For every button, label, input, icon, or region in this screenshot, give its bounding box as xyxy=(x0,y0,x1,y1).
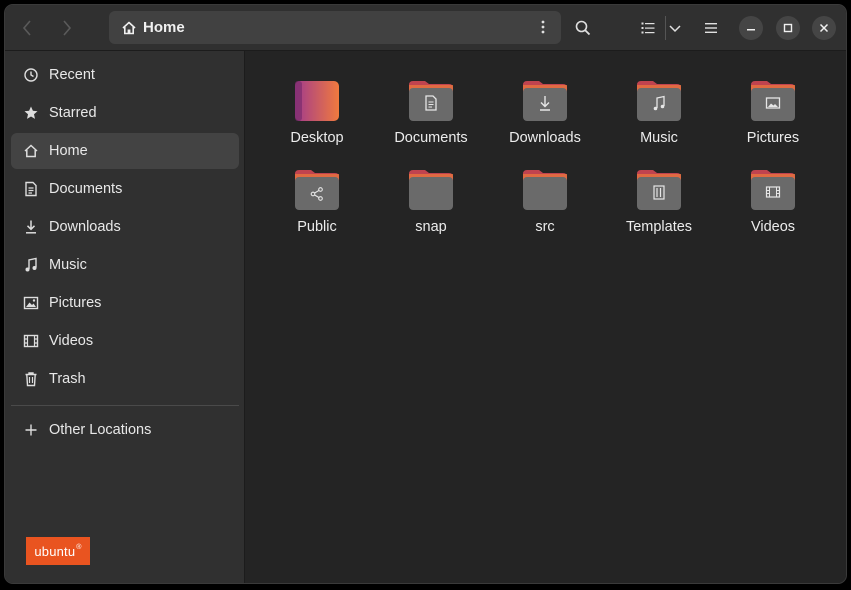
picture-icon xyxy=(23,295,39,311)
sidebar-item-label: Trash xyxy=(49,371,86,387)
list-view-icon xyxy=(641,22,655,34)
clock-icon xyxy=(23,67,39,83)
star-icon xyxy=(23,105,39,121)
sidebar-item-label: Pictures xyxy=(49,295,102,311)
folder-icon xyxy=(407,168,455,212)
file-name: snap xyxy=(415,219,447,235)
templates-folder-icon xyxy=(635,168,683,212)
chevron-right-icon xyxy=(63,20,72,36)
sidebar-item-downloads[interactable]: Downloads xyxy=(11,209,239,245)
sidebar-item-trash[interactable]: Trash xyxy=(11,361,239,397)
file-item-public[interactable]: Public xyxy=(262,168,372,252)
trash-icon xyxy=(23,371,39,387)
vertical-dots-icon xyxy=(541,20,545,34)
sidebar-item-label: Starred xyxy=(49,105,97,121)
folder-icon xyxy=(521,168,569,212)
desktop-folder-icon xyxy=(293,79,341,123)
download-icon xyxy=(23,219,39,235)
sidebar: Recent Starred Home Documents Downloads … xyxy=(5,51,245,583)
header-bar: Home xyxy=(5,5,846,51)
home-icon xyxy=(122,21,136,34)
sidebar-item-label: Documents xyxy=(49,181,123,197)
file-grid: Desktop Documents Downloads Music Pictur… xyxy=(246,51,846,583)
maximize-icon xyxy=(783,23,793,33)
file-item-pictures[interactable]: Pictures xyxy=(718,79,828,163)
main-menu-button[interactable] xyxy=(699,16,723,40)
view-options-button[interactable] xyxy=(663,16,687,40)
minimize-button[interactable] xyxy=(739,16,763,40)
close-icon xyxy=(819,23,829,33)
document-icon xyxy=(23,181,39,197)
film-icon xyxy=(23,333,39,349)
sidebar-item-documents[interactable]: Documents xyxy=(11,171,239,207)
minimize-icon xyxy=(747,29,755,31)
search-button[interactable] xyxy=(571,16,595,40)
documents-folder-icon xyxy=(407,79,455,123)
file-name: Pictures xyxy=(746,130,800,146)
sidebar-item-videos[interactable]: Videos xyxy=(11,323,239,359)
home-icon xyxy=(23,143,39,159)
sidebar-item-pictures[interactable]: Pictures xyxy=(11,285,239,321)
hamburger-menu-icon xyxy=(705,23,717,33)
file-item-templates[interactable]: Templates xyxy=(604,168,714,252)
forward-button[interactable] xyxy=(53,14,81,42)
sidebar-item-label: Home xyxy=(49,143,88,159)
file-manager-window: Home Recent Starred Home Documents Downl… xyxy=(4,4,847,584)
music-note-icon xyxy=(23,257,39,273)
file-name: Templates xyxy=(625,219,693,235)
sidebar-item-label: Other Locations xyxy=(49,422,152,438)
path-bar[interactable]: Home xyxy=(109,11,561,44)
file-item-snap[interactable]: snap xyxy=(376,168,486,252)
file-name: Documents xyxy=(394,130,468,146)
sidebar-item-other-locations[interactable]: Other Locations xyxy=(11,412,239,448)
plus-icon xyxy=(23,422,39,438)
file-item-src[interactable]: src xyxy=(490,168,600,252)
file-item-desktop[interactable]: Desktop xyxy=(262,79,372,163)
back-button[interactable] xyxy=(13,14,41,42)
music-folder-icon xyxy=(635,79,683,123)
file-item-downloads[interactable]: Downloads xyxy=(490,79,600,163)
sidebar-separator xyxy=(11,405,239,406)
sidebar-item-recent[interactable]: Recent xyxy=(11,57,239,93)
downloads-folder-icon xyxy=(521,79,569,123)
sidebar-item-label: Downloads xyxy=(49,219,121,235)
sidebar-item-starred[interactable]: Starred xyxy=(11,95,239,131)
search-icon xyxy=(575,20,591,36)
file-name: src xyxy=(535,219,555,235)
chevron-down-icon xyxy=(669,25,681,33)
sidebar-item-label: Recent xyxy=(49,67,95,83)
file-name: Desktop xyxy=(290,130,344,146)
file-item-music[interactable]: Music xyxy=(604,79,714,163)
path-menu-button[interactable] xyxy=(535,19,551,35)
videos-folder-icon xyxy=(749,168,797,212)
file-name: Public xyxy=(297,219,337,235)
pictures-folder-icon xyxy=(749,79,797,123)
path-title: Home xyxy=(143,19,185,36)
sidebar-item-home[interactable]: Home xyxy=(11,133,239,169)
file-name: Videos xyxy=(750,219,796,235)
sidebar-item-label: Music xyxy=(49,257,87,273)
chevron-left-icon xyxy=(22,20,31,36)
ubuntu-logo: ubuntu ® xyxy=(26,537,90,565)
close-button[interactable] xyxy=(812,16,836,40)
public-folder-icon xyxy=(293,168,341,212)
file-item-videos[interactable]: Videos xyxy=(718,168,828,252)
list-view-button[interactable] xyxy=(636,16,660,40)
file-item-documents[interactable]: Documents xyxy=(376,79,486,163)
sidebar-item-music[interactable]: Music xyxy=(11,247,239,283)
maximize-button[interactable] xyxy=(776,16,800,40)
sidebar-item-label: Videos xyxy=(49,333,94,349)
file-name: Music xyxy=(640,130,678,146)
file-name: Downloads xyxy=(509,130,581,146)
